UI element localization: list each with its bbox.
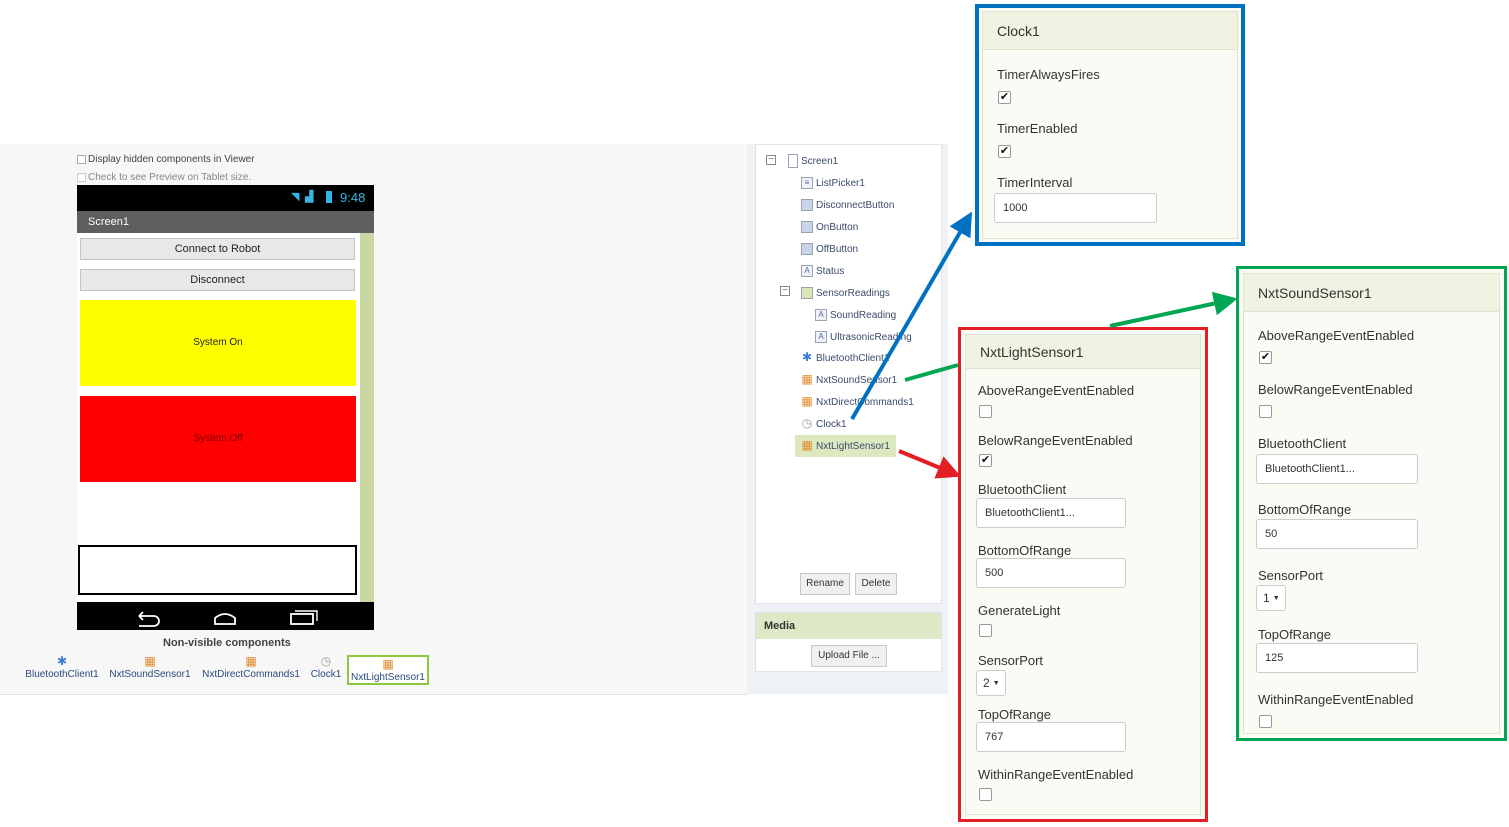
callout-arrows <box>850 211 1238 479</box>
green-arrow-lower <box>904 363 959 382</box>
blue-arrow <box>850 211 973 421</box>
green-arrow-upper <box>1109 291 1238 328</box>
red-arrow <box>898 449 962 479</box>
